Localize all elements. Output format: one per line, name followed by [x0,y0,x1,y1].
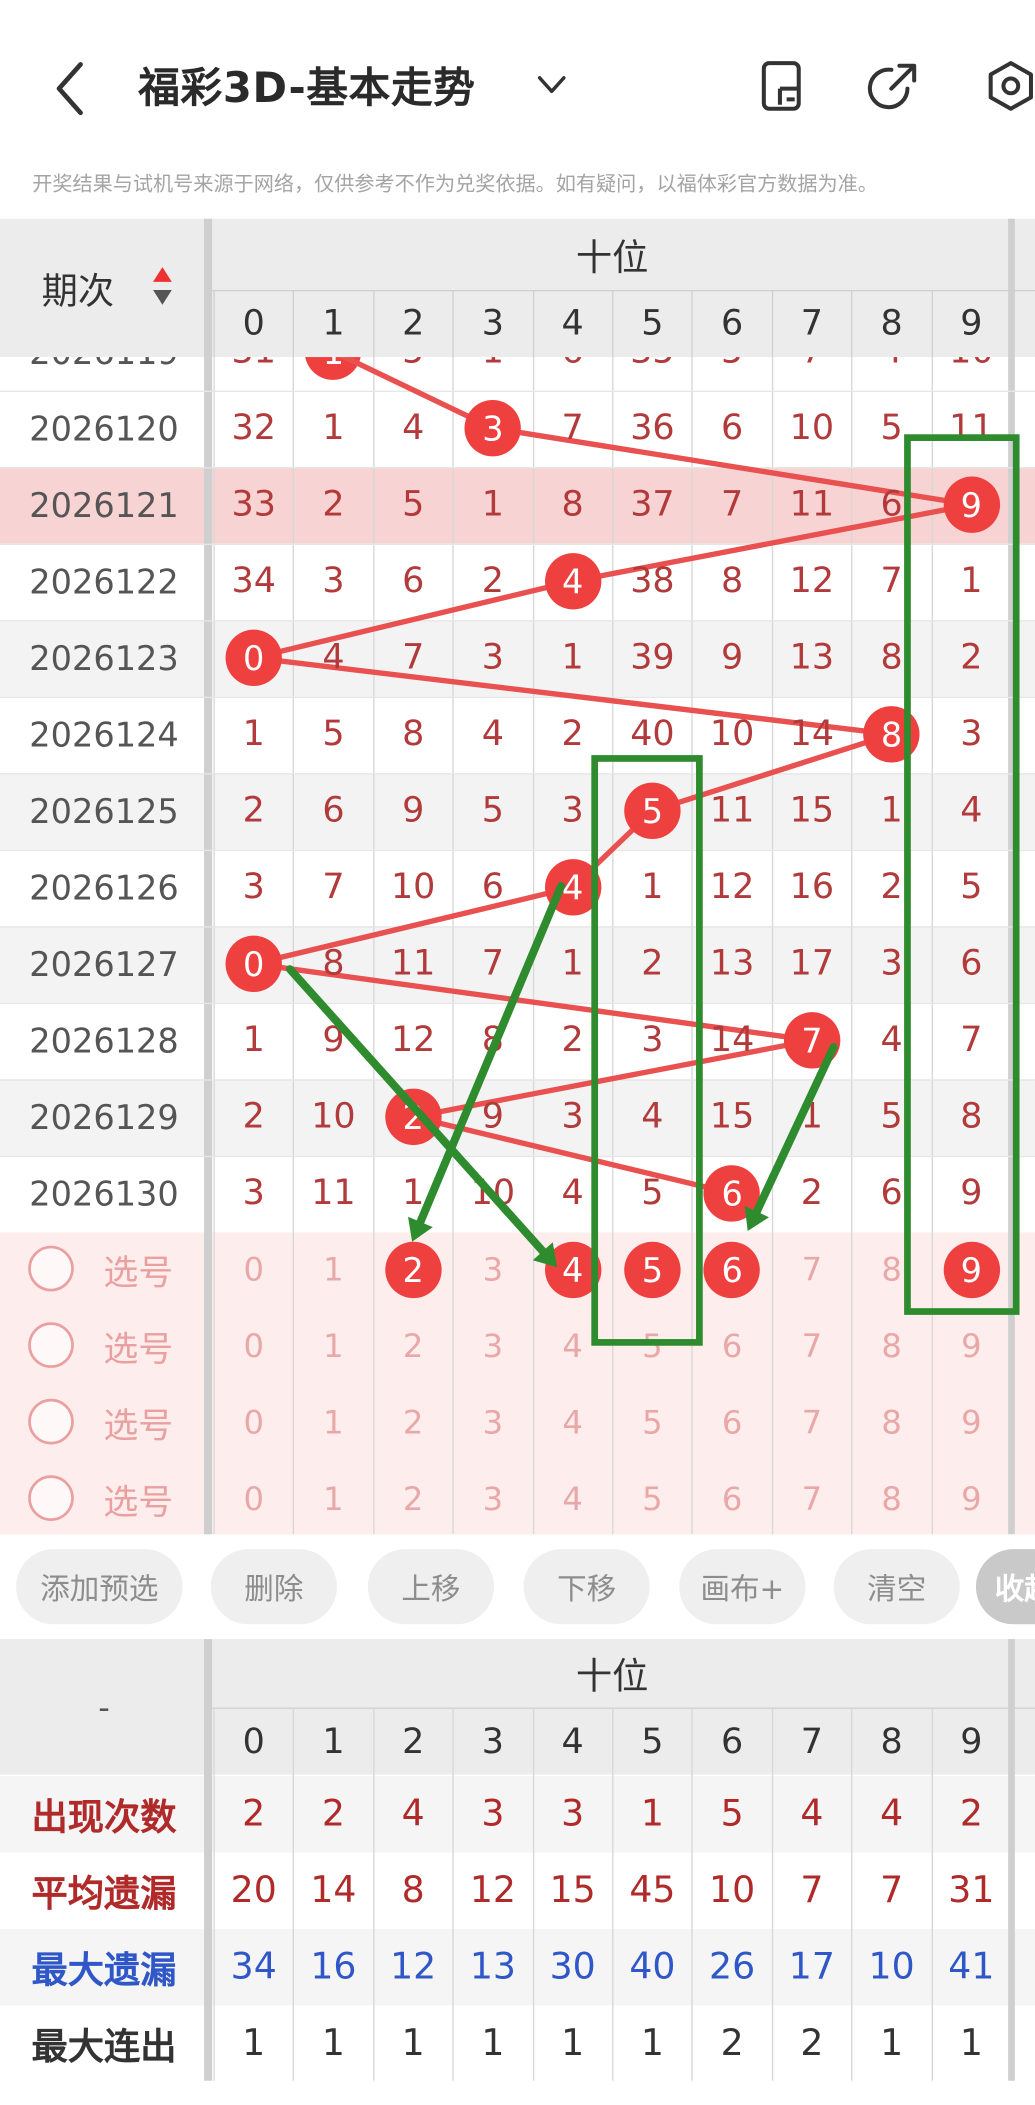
table-header-divider [212,289,1035,292]
move-down-button[interactable]: 下移 [523,1549,650,1625]
stats-value: 40 [629,1945,676,1988]
stats-value: 12 [390,1945,437,1988]
stats-value: 4 [800,1792,824,1835]
stats-digit-header: 2 [402,1722,425,1763]
stats-header-divider [212,1707,1035,1709]
stats-value: 1 [640,1792,664,1835]
stats-value: 1 [880,2022,904,2064]
stats-digit-header: 1 [322,1722,345,1763]
stats-value: 7 [880,1869,904,1911]
grid-line [532,1707,534,2081]
digit-column-header: 2 [402,303,425,344]
digit-column-header: 3 [481,303,505,344]
stats-group-label: 十位 [575,1655,649,1698]
stats-value: 2 [959,1792,983,1835]
annotation-box-col9 [904,434,1020,1315]
stats-value: 12 [469,1869,516,1911]
sort-arrows-icon[interactable] [152,266,173,306]
delete-button[interactable]: 删除 [210,1549,337,1625]
stats-row-label: 最大连出 [31,2026,177,2068]
stats-digit-header: 4 [561,1722,584,1763]
grid-line [851,1707,853,2081]
group-divider [1008,1639,1015,2081]
app-screen: 福彩3D-基本走势 开奖结果与试机号来源于网络，仅供参考不作为兑奖依据。如有疑问… [0,0,1035,2105]
stats-value: 30 [549,1945,596,1988]
stats-value: 20 [230,1869,277,1911]
digit-column-header: 1 [322,303,345,344]
grid-line [691,1707,694,2081]
grid-line [1010,289,1013,358]
stats-value: 1 [242,2022,266,2064]
stats-value: 8 [401,1869,425,1911]
stats-value: 16 [310,1945,357,1988]
stats-value: 15 [549,1869,596,1911]
grid-line [213,1707,215,2081]
stats-value: 14 [310,1869,357,1911]
stats-value: 45 [629,1869,676,1911]
digit-column-header: 7 [800,303,823,344]
stats-value: 41 [948,1945,995,1988]
stats-row-label: 出现次数 [31,1796,177,1839]
annotation-arrow-4-to-2 [416,881,566,1226]
grid-line [771,1707,773,2081]
digit-column-header: 5 [641,303,664,344]
stats-value: 1 [401,2022,425,2064]
stats-digit-header: 9 [960,1722,983,1763]
stats-value: 4 [880,1792,904,1835]
stats-value: 4 [401,1792,425,1835]
digit-column-header: 8 [880,303,903,344]
stats-row-label: 最大遗漏 [31,1949,177,1992]
stats-value: 10 [868,1945,915,1988]
stats-digit-header: 3 [481,1722,505,1763]
stats-digit-header: 0 [242,1722,265,1763]
digit-column-header: 4 [561,303,584,344]
clear-button[interactable]: 清空 [833,1549,960,1625]
grid-line [293,1707,295,2081]
stats-digit-header: 6 [721,1722,744,1763]
stats-value: 5 [720,1792,744,1835]
add-preselect-button[interactable]: 添加预选 [16,1549,183,1625]
stats-corner: - [98,1688,110,1727]
stats-row-label: 平均遗漏 [31,1873,177,1915]
stats-value: 2 [720,2022,744,2064]
digit-column-header: 9 [960,303,983,344]
period-header[interactable]: 期次 [0,258,145,317]
stats-value: 7 [800,1869,824,1911]
stats-value: 3 [561,1792,585,1835]
canvas-plus-button[interactable]: 画布+ [679,1549,806,1625]
stats-value: 31 [948,1869,995,1911]
grid-line [931,1707,933,2081]
digit-column-header: 0 [242,303,265,344]
stats-value: 1 [561,2022,585,2064]
digit-column-header: 6 [721,303,744,344]
stats-value: 13 [469,1945,516,1988]
stats-value: 2 [242,1792,266,1835]
stats-value: 34 [230,1945,277,1988]
stats-value: 26 [709,1945,756,1988]
move-up-button[interactable]: 上移 [367,1549,495,1625]
stats-value: 1 [959,2022,983,2064]
stats-digit-header: 5 [641,1722,664,1763]
grid-line [612,1707,614,2081]
group-label: 十位 [575,236,649,279]
stats-digit-header: 7 [800,1722,823,1763]
stats-value: 1 [640,2022,664,2064]
stats-value: 3 [481,1792,505,1835]
period-divider [204,218,213,358]
stats-value: 2 [800,2022,824,2064]
stats-value: 2 [321,1792,345,1835]
stats-value: 1 [321,2022,345,2064]
stats-value: 17 [788,1945,835,1988]
period-divider [204,1639,213,2081]
grid-line [372,1707,375,2081]
grid-line [452,1707,454,2081]
stats-digit-header: 8 [880,1722,903,1763]
stats-value: 1 [481,2022,505,2064]
stats-value: 10 [709,1869,756,1911]
annotation-arrow-7-to-6 [752,1043,838,1216]
annotation-box-col5 [591,755,703,1346]
